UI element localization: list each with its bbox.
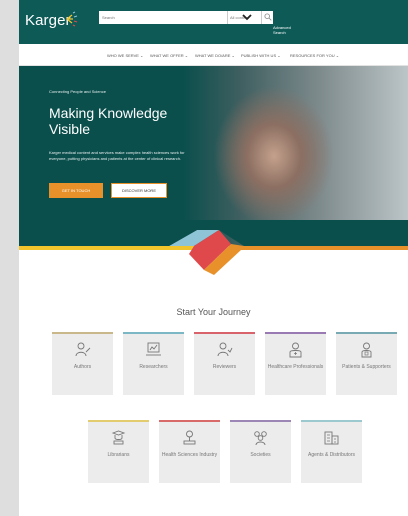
agents-icon	[324, 431, 339, 445]
reviewer-icon	[217, 342, 233, 357]
get-in-touch-button[interactable]: GET IN TOUCH	[49, 183, 103, 198]
societies-icon	[254, 431, 267, 446]
decorative-stripes	[19, 220, 408, 275]
discover-more-button[interactable]: DISCOVER MORE	[111, 183, 167, 198]
karger-homepage: Karger All content Advanced Search WHO W…	[19, 0, 408, 516]
patient-icon	[361, 342, 372, 358]
card-healthcare-professionals[interactable]: Healthcare Professionals	[265, 332, 326, 395]
nav-what-we-offer[interactable]: WHAT WE OFFER ⌄	[150, 53, 188, 58]
researcher-icon	[146, 342, 161, 356]
card-societies[interactable]: Societies	[230, 420, 291, 483]
librarian-icon	[111, 430, 126, 445]
hero-photo	[184, 66, 408, 246]
hero-title: Making Knowledge Visible	[49, 105, 168, 137]
author-icon	[75, 342, 91, 357]
card-label: Healthcare Professionals	[267, 364, 324, 370]
card-agents-distributors[interactable]: Agents & Distributors	[301, 420, 362, 483]
nav-who-we-serve[interactable]: WHO WE SERVE ⌄	[107, 53, 143, 58]
advanced-search-link[interactable]: Advanced Search	[273, 25, 297, 35]
nav-what-we-do[interactable]: WHAT WE DO/ARE ⌄	[195, 53, 235, 58]
journey-title: Start Your Journey	[176, 307, 251, 317]
healthcare-icon	[289, 342, 302, 358]
card-label: Authors	[73, 364, 92, 370]
nav-publish-with-us[interactable]: PUBLISH WITH US ⌄	[241, 53, 281, 58]
hero-description: Karger medical content and services make…	[49, 150, 185, 161]
search-button[interactable]	[261, 11, 273, 24]
card-reviewers[interactable]: Reviewers	[194, 332, 255, 395]
card-label: Librarians	[107, 452, 130, 458]
card-label: Societies	[250, 452, 271, 458]
card-label: Health Sciences Industry	[161, 452, 218, 458]
card-authors[interactable]: Authors	[52, 332, 113, 395]
main-nav: WHO WE SERVE ⌄ WHAT WE OFFER ⌄ WHAT WE D…	[19, 44, 408, 66]
hero-banner: Connecting People and Science Making Kno…	[19, 66, 408, 246]
hero-eyebrow: Connecting People and Science	[49, 89, 106, 94]
logo-spark-icon	[66, 11, 78, 27]
card-health-sciences-industry[interactable]: Health Sciences Industry	[159, 420, 220, 483]
site-header: Karger All content Advanced Search	[19, 0, 408, 44]
card-label: Patients & Supporters	[342, 364, 391, 370]
search-icon	[264, 13, 272, 21]
card-label: Reviewers	[212, 364, 237, 370]
card-librarians[interactable]: Librarians	[88, 420, 149, 483]
search-input[interactable]	[99, 11, 227, 24]
nav-resources-for-you[interactable]: RESOURCES FOR YOU ⌄	[290, 53, 339, 58]
card-label: Researchers	[139, 364, 168, 370]
card-researchers[interactable]: Researchers	[123, 332, 184, 395]
chevron-down-icon[interactable]	[242, 12, 252, 22]
card-label: Agents & Distributors	[308, 452, 355, 458]
card-patients-supporters[interactable]: Patients & Supporters	[336, 332, 397, 395]
industry-icon	[183, 430, 196, 445]
